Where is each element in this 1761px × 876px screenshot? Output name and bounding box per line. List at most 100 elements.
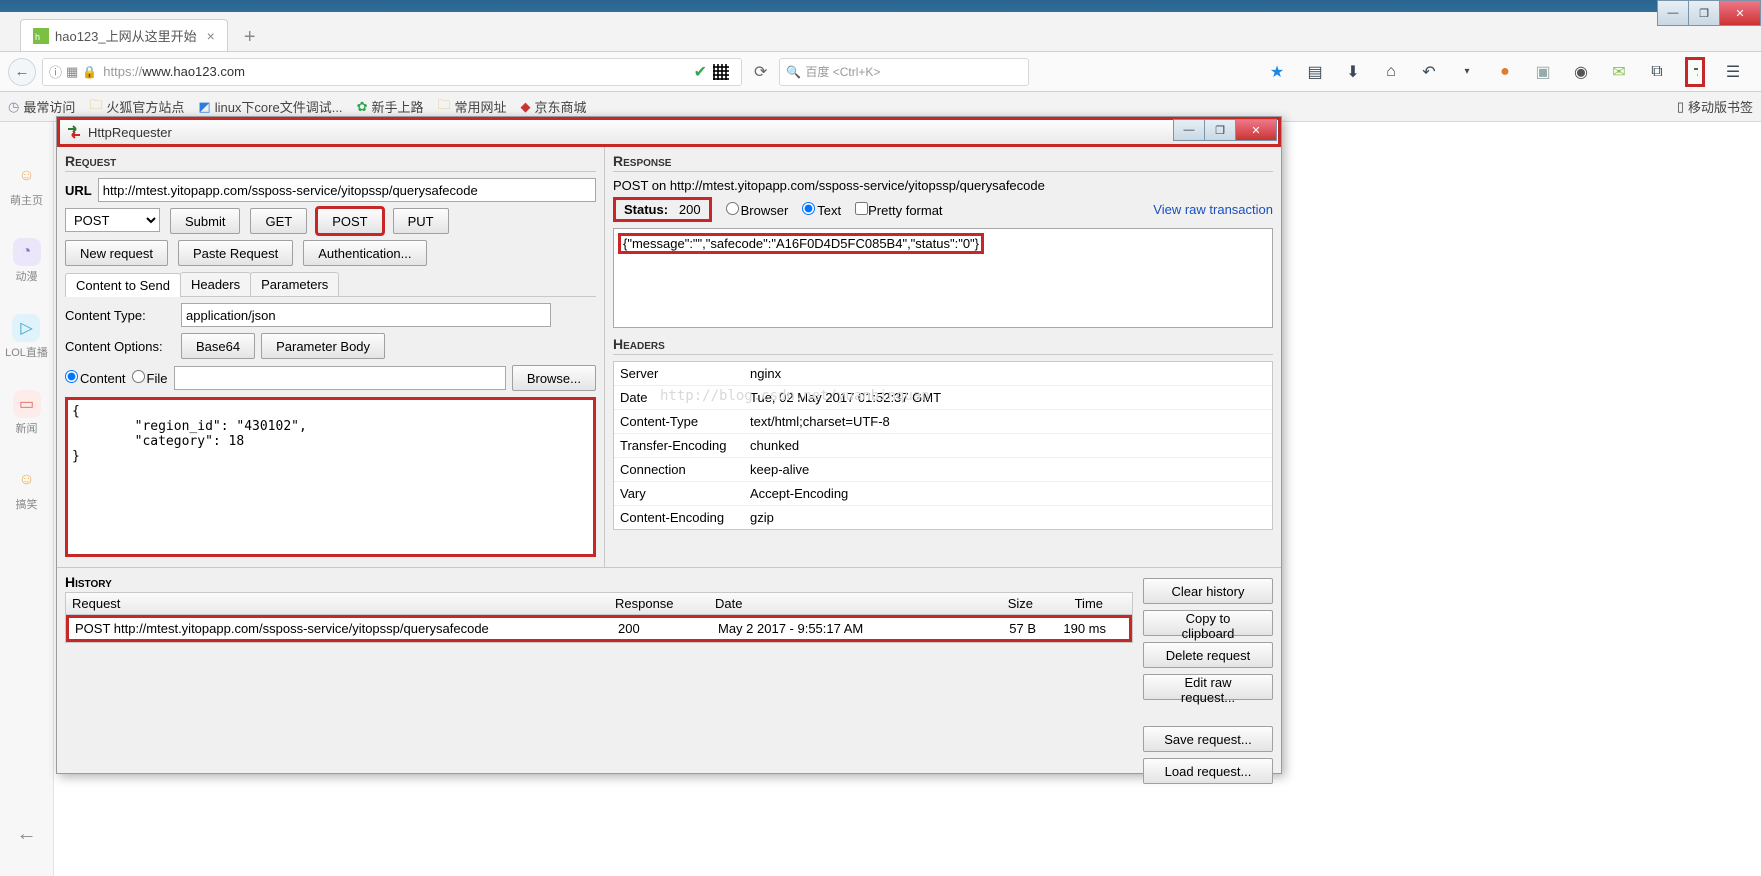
clear-history-button[interactable]: Clear history [1143,578,1273,604]
bookmark-linuxcore[interactable]: ◩linux下core文件调试... [198,97,342,116]
parameter-body-button[interactable]: Parameter Body [261,333,385,359]
sidebar-item-news[interactable]: ▭新闻 [13,390,41,436]
library-icon[interactable]: ▤ [1305,62,1325,82]
shield-icon[interactable]: ✔ [694,62,707,82]
httprequester-icon [66,124,82,140]
response-body-text: {"message":"","safecode":"A16F0D4D5FC085… [618,233,984,254]
bookmark-mostvisited[interactable]: ◷最常访问 [8,97,75,116]
hr-title: HttpRequester [88,125,172,140]
page-info-icon[interactable]: ⓘ [49,62,62,81]
sidebar-item-funny[interactable]: ☺搞笑 [13,466,41,512]
delete-request-button[interactable]: Delete request [1143,642,1273,668]
new-request-button[interactable]: New request [65,240,168,266]
hr-titlebar[interactable]: HttpRequester [57,117,1281,147]
header-key: Connection [614,458,744,481]
history-panel: History Request Response Date Size Time … [57,567,1281,790]
header-row: Content-Typetext/html;charset=UTF-8 [614,410,1272,434]
response-heading: Response [613,153,1273,172]
sidebar-item-mengzhu[interactable]: ☺萌主页 [10,162,43,208]
hr-close-button[interactable]: ✕ [1235,119,1277,141]
save-request-button[interactable]: Save request... [1143,726,1273,752]
edit-raw-button[interactable]: Edit raw request... [1143,674,1273,700]
sidebar-item-anime[interactable]: ◔动漫 [13,238,41,284]
sidebar-item-lol[interactable]: ▷LOL直播 [5,314,48,360]
col-size[interactable]: Size [975,593,1039,614]
os-minimize-button[interactable]: — [1657,0,1689,26]
history-row[interactable]: POST http://mtest.yitopapp.com/ssposs-se… [66,615,1132,642]
undo-icon[interactable]: ↶ [1419,62,1439,82]
crop-icon[interactable]: ⧉ [1647,63,1667,81]
col-response[interactable]: Response [609,593,709,614]
response-headers-heading: Headers [613,336,1273,355]
method-select[interactable]: POST [65,208,160,232]
paste-request-button[interactable]: Paste Request [178,240,293,266]
request-body-textarea[interactable]: { "region_id": "430102", "category": 18 … [65,397,596,557]
put-button[interactable]: PUT [393,208,449,234]
col-time[interactable]: Time [1039,593,1109,614]
tab-parameters[interactable]: Parameters [250,272,339,296]
base64-button[interactable]: Base64 [181,333,255,359]
url-combobox[interactable] [98,178,596,202]
image-icon[interactable]: ▣ [1533,62,1553,82]
text-radio[interactable]: Text [802,202,841,218]
hr-maximize-button[interactable]: ❐ [1204,119,1236,141]
authentication-button[interactable]: Authentication... [303,240,426,266]
content-radio[interactable]: Content [65,370,126,386]
submit-button[interactable]: Submit [170,208,240,234]
load-request-button[interactable]: Load request... [1143,758,1273,784]
header-value: Accept-Encoding [744,482,1272,505]
globe-icon[interactable]: ● [1495,63,1515,81]
url-input[interactable]: ⓘ ▦ 🔒 https://www.hao123.com ✔ [42,58,742,86]
search-icon: 🔍 [786,65,801,79]
bookmark-firefox[interactable]: 🗀火狐官方站点 [89,96,184,118]
header-value: keep-alive [744,458,1272,481]
httprequester-ext-icon[interactable] [1685,57,1705,87]
favicon-icon: ✿ [357,99,368,115]
content-type-combobox[interactable] [181,303,551,327]
header-key: Server [614,362,744,385]
request-heading: Request [65,153,596,172]
col-request[interactable]: Request [66,593,609,614]
qr-icon[interactable] [713,64,729,80]
history-header-row: Request Response Date Size Time [66,593,1132,615]
browser-tab-active[interactable]: h hao123_上网从这里开始 × [20,19,228,51]
hr-minimize-button[interactable]: — [1173,119,1205,141]
os-close-button[interactable]: ✕ [1719,0,1761,26]
response-body-area[interactable]: {"message":"","safecode":"A16F0D4D5FC085… [613,228,1273,328]
back-button[interactable]: ← [8,58,36,86]
hamburger-menu-icon[interactable]: ☰ [1723,62,1743,82]
chat-icon[interactable]: ✉ [1609,62,1629,82]
search-input[interactable]: 🔍 百度 <Ctrl+K> [779,58,1029,86]
get-button[interactable]: GET [250,208,307,234]
new-tab-button[interactable]: + [236,24,264,51]
bookmark-mobile[interactable]: ▯移动版书签 [1677,97,1753,116]
turbo-icon[interactable]: ◉ [1571,62,1591,82]
browser-radio[interactable]: Browser [726,202,789,218]
browser-titlebar [0,0,1761,12]
downloads-icon[interactable]: ⬇ [1343,62,1363,82]
bookmark-star-icon[interactable]: ★ [1267,62,1287,82]
file-path-input[interactable] [174,366,506,390]
dropdown-icon[interactable]: ▾ [1457,66,1477,77]
copy-clipboard-button[interactable]: Copy to clipboard [1143,610,1273,636]
col-date[interactable]: Date [709,593,975,614]
pretty-checkbox[interactable]: Pretty format [855,202,942,218]
tab-close-icon[interactable]: × [207,28,215,44]
file-radio[interactable]: File [132,370,168,386]
view-raw-link[interactable]: View raw transaction [1153,202,1273,217]
reload-button[interactable]: ⟳ [754,62,767,82]
tab-content[interactable]: Content to Send [65,273,181,297]
post-button[interactable]: POST [317,208,382,234]
history-icon: ◷ [8,99,19,115]
header-key: Content-Encoding [614,506,744,529]
bookmark-newbie[interactable]: ✿新手上路 [357,97,424,116]
bookmark-jd[interactable]: ◆京东商城 [521,97,587,116]
home-icon[interactable]: ⌂ [1381,63,1401,81]
sidebar-collapse-icon[interactable]: ← [17,823,37,846]
tab-headers[interactable]: Headers [180,272,251,296]
status-box: Status: 200 [613,197,712,222]
browse-button[interactable]: Browse... [512,365,596,391]
header-key: Transfer-Encoding [614,434,744,457]
os-maximize-button[interactable]: ❐ [1688,0,1720,26]
bookmark-common[interactable]: 🗀常用网址 [437,96,506,118]
